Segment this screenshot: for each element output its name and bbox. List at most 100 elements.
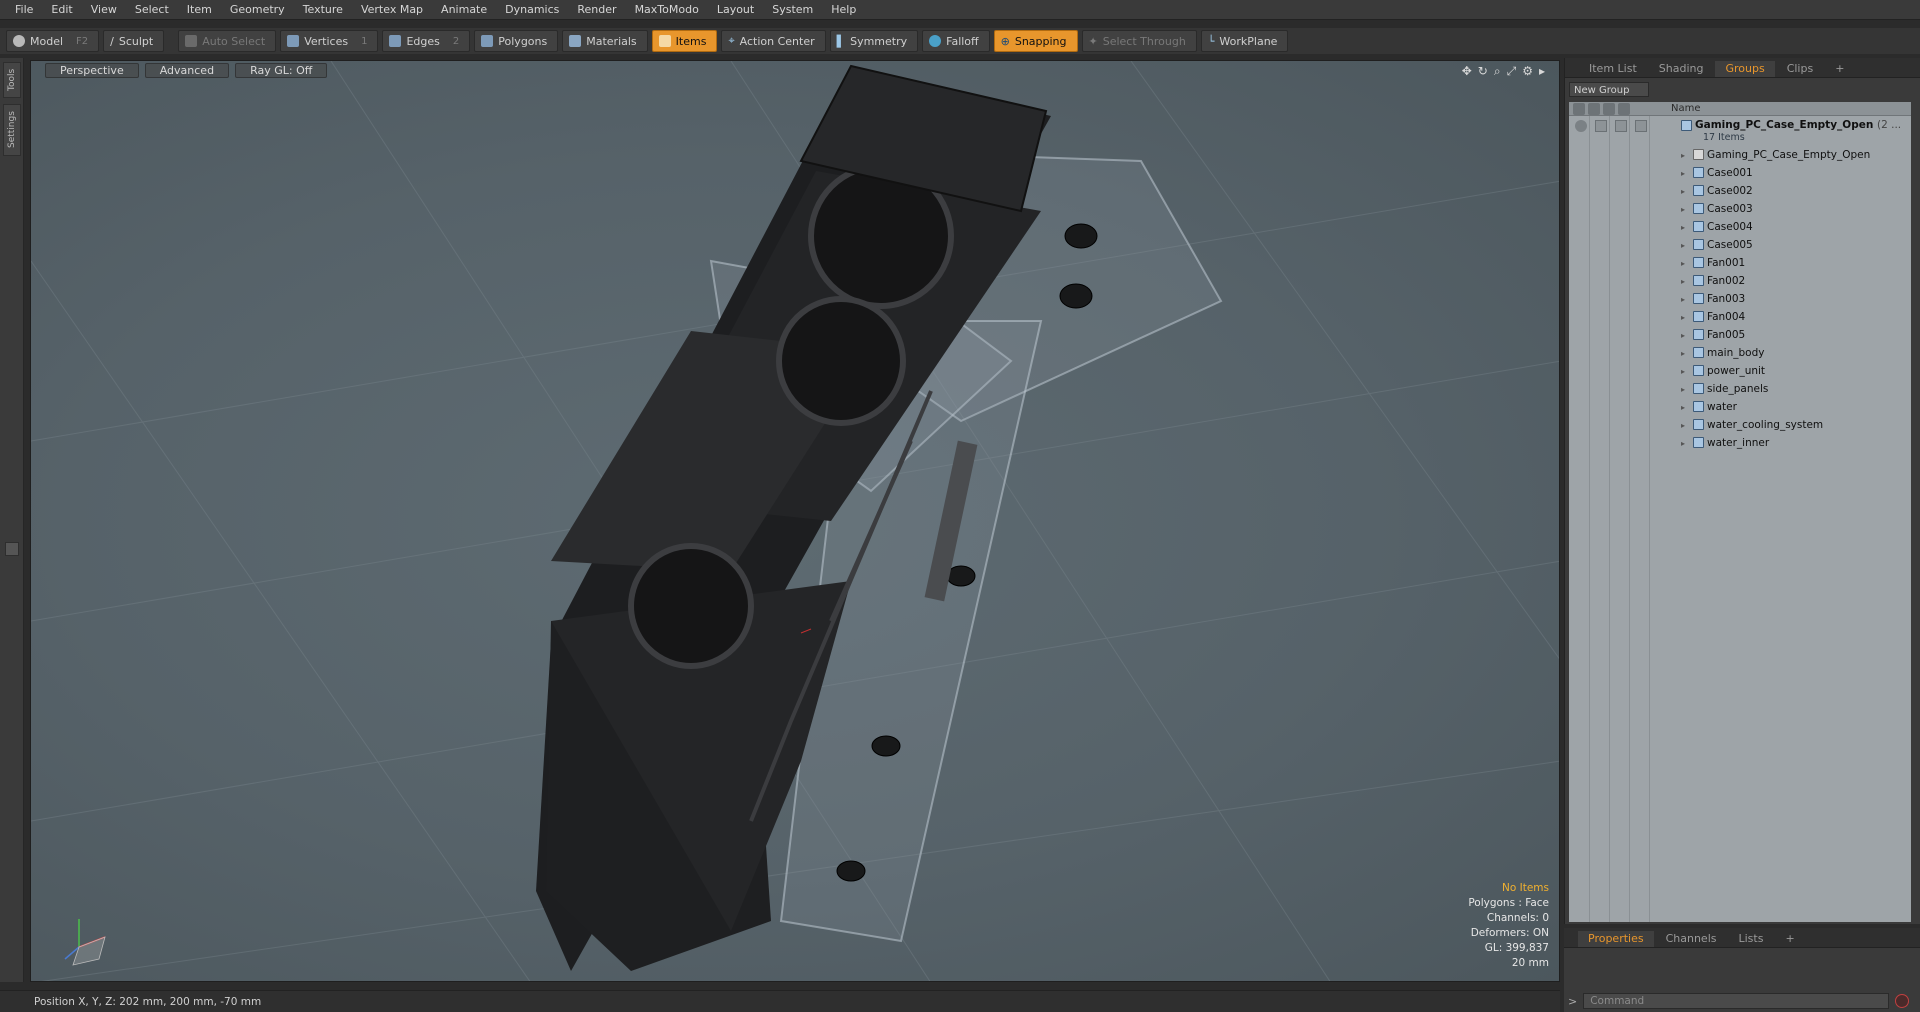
list-item[interactable]: ▸ Case001 — [1569, 164, 1911, 182]
expand-icon[interactable]: ▸ — [1681, 241, 1685, 250]
command-input[interactable]: Command — [1583, 993, 1890, 1009]
visibility-column-icon[interactable] — [1573, 102, 1585, 115]
name-column-header[interactable]: Name — [1659, 103, 1701, 114]
menu-help[interactable]: Help — [822, 0, 865, 20]
expand-icon[interactable]: ▸ — [1681, 331, 1685, 340]
viewport-menu-arrow-icon[interactable]: ▸ — [1539, 64, 1545, 79]
vertices-button[interactable]: Vertices 1 — [280, 30, 379, 52]
expand-icon[interactable]: ▸ — [1681, 403, 1685, 412]
tab-shading[interactable]: Shading — [1649, 61, 1714, 77]
record-macro-icon[interactable] — [1895, 994, 1910, 1008]
rotate-icon[interactable]: ↻ — [1478, 64, 1488, 79]
eye-icon[interactable] — [1575, 120, 1587, 132]
list-item[interactable]: ▸ water_cooling_system — [1569, 416, 1911, 434]
expand-icon[interactable]: ▸ — [1681, 223, 1685, 232]
list-item[interactable]: ▸ main_body — [1569, 344, 1911, 362]
materials-button[interactable]: Materials — [562, 30, 648, 52]
snapping-button[interactable]: ⊕ Snapping — [993, 30, 1078, 52]
sculpt-button[interactable]: ∕ Sculpt — [103, 30, 165, 52]
select-column-icon[interactable] — [1618, 102, 1630, 115]
menu-system[interactable]: System — [763, 0, 822, 20]
menu-select[interactable]: Select — [126, 0, 178, 20]
expand-icon[interactable]: ▸ — [1681, 259, 1685, 268]
menu-file[interactable]: File — [6, 0, 42, 20]
lock-toggle[interactable] — [1615, 120, 1627, 132]
menu-geometry[interactable]: Geometry — [221, 0, 294, 20]
viewport-settings-icon[interactable]: ⚙ — [1522, 64, 1533, 79]
list-item[interactable]: ▸ water_inner — [1569, 434, 1911, 452]
edges-button[interactable]: Edges 2 — [382, 30, 471, 52]
polygons-button[interactable]: Polygons — [474, 30, 559, 52]
menu-maxtomodo[interactable]: MaxToModo — [626, 0, 708, 20]
menu-dynamics[interactable]: Dynamics — [496, 0, 568, 20]
maximize-icon[interactable]: ⤢ — [1507, 64, 1517, 79]
select-toggle[interactable] — [1635, 120, 1647, 132]
menu-vertex-map[interactable]: Vertex Map — [352, 0, 432, 20]
list-item[interactable]: ▸ Fan004 — [1569, 308, 1911, 326]
expand-icon[interactable]: ▸ — [1681, 295, 1685, 304]
list-item[interactable]: ▸ Fan001 — [1569, 254, 1911, 272]
tab-lists[interactable]: Lists — [1729, 931, 1774, 947]
expand-icon[interactable]: ▸ — [1681, 367, 1685, 376]
raygl-toggle[interactable]: Ray GL: Off — [235, 62, 328, 78]
workplane-button[interactable]: └ WorkPlane — [1200, 30, 1289, 52]
tab-channels[interactable]: Channels — [1656, 931, 1727, 947]
menu-item[interactable]: Item — [178, 0, 221, 20]
list-item[interactable]: ▸ water — [1569, 398, 1911, 416]
expand-icon[interactable]: ▸ — [1681, 385, 1685, 394]
shading-dropdown[interactable]: Advanced — [144, 62, 230, 78]
expand-icon[interactable]: ▸ — [1681, 439, 1685, 448]
group-root-row[interactable]: Gaming_PC_Case_Empty_Open (2 ... 17 Item… — [1569, 116, 1911, 146]
model-button[interactable]: Model F2 — [6, 30, 100, 52]
menu-texture[interactable]: Texture — [294, 0, 352, 20]
falloff-button[interactable]: Falloff — [922, 30, 990, 52]
list-item[interactable]: ▸ power_unit — [1569, 362, 1911, 380]
tab-groups[interactable]: Groups — [1715, 61, 1775, 77]
strip-handle[interactable] — [5, 542, 19, 556]
tab-properties[interactable]: Properties — [1578, 931, 1654, 947]
expand-icon[interactable]: ▸ — [1681, 205, 1685, 214]
tab-item-list[interactable]: Item List — [1579, 61, 1647, 77]
list-item[interactable]: ▸ Fan002 — [1569, 272, 1911, 290]
view-mode-dropdown[interactable]: Perspective — [45, 62, 139, 78]
pan-icon[interactable]: ✥ — [1462, 64, 1472, 79]
zoom-icon[interactable]: ⌕ — [1494, 64, 1501, 79]
render-toggle[interactable] — [1595, 120, 1607, 132]
select-through-button[interactable]: ✦ Select Through — [1081, 30, 1197, 52]
3d-viewport[interactable]: Perspective Advanced Ray GL: Off ✥ ↻ ⌕ ⤢… — [30, 60, 1560, 982]
lock-column-icon[interactable] — [1603, 102, 1615, 115]
auto-select-button[interactable]: Auto Select — [178, 30, 277, 52]
expand-icon[interactable]: ▸ — [1681, 313, 1685, 322]
settings-tab[interactable]: Settings — [3, 104, 21, 156]
tab-clips[interactable]: Clips — [1777, 61, 1824, 77]
expand-icon[interactable]: ▸ — [1681, 277, 1685, 286]
items-button[interactable]: Items — [651, 30, 718, 52]
menu-render[interactable]: Render — [568, 0, 625, 20]
list-item[interactable]: ▸ side_panels — [1569, 380, 1911, 398]
action-center-button[interactable]: ⌖ Action Center — [721, 30, 826, 52]
menu-view[interactable]: View — [82, 0, 126, 20]
menu-layout[interactable]: Layout — [708, 0, 763, 20]
tools-tab[interactable]: Tools — [3, 62, 21, 98]
add-properties-tab-button[interactable]: + — [1775, 931, 1804, 947]
render-column-icon[interactable] — [1588, 102, 1600, 115]
list-item[interactable]: ▸ Case005 — [1569, 236, 1911, 254]
menu-bar: File Edit View Select Item Geometry Text… — [0, 0, 1920, 20]
list-item[interactable]: ▸ Fan005 — [1569, 326, 1911, 344]
list-item[interactable]: ▸ Case003 — [1569, 200, 1911, 218]
symmetry-button[interactable]: ▌ Symmetry — [829, 30, 919, 52]
expand-icon[interactable]: ▸ — [1681, 187, 1685, 196]
list-item[interactable]: ▸ Case004 — [1569, 218, 1911, 236]
add-tab-button[interactable]: + — [1825, 61, 1854, 77]
expand-icon[interactable]: ▸ — [1681, 169, 1685, 178]
expand-icon[interactable]: ▸ — [1681, 349, 1685, 358]
list-item[interactable]: ▸ Gaming_PC_Case_Empty_Open — [1569, 146, 1911, 164]
list-item[interactable]: ▸ Fan003 — [1569, 290, 1911, 308]
menu-animate[interactable]: Animate — [432, 0, 496, 20]
mesh-icon — [1693, 239, 1704, 250]
new-group-button[interactable]: New Group — [1569, 82, 1649, 97]
list-item[interactable]: ▸ Case002 — [1569, 182, 1911, 200]
menu-edit[interactable]: Edit — [42, 0, 81, 20]
expand-icon[interactable]: ▸ — [1681, 151, 1685, 160]
expand-icon[interactable]: ▸ — [1681, 421, 1685, 430]
